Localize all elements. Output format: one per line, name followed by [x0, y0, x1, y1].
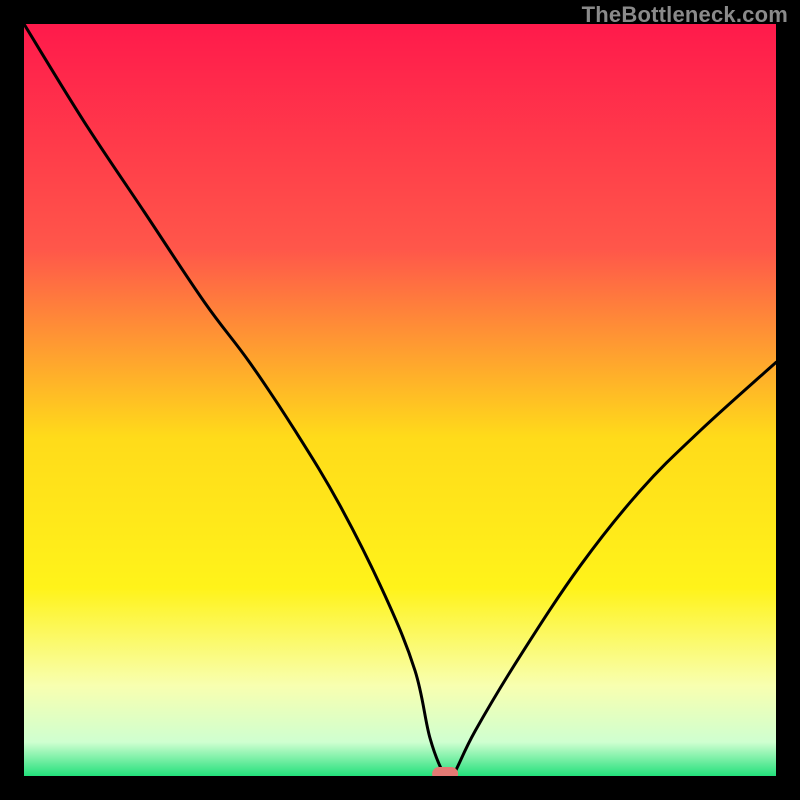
gradient-background	[24, 24, 776, 776]
watermark-text: TheBottleneck.com	[582, 2, 788, 28]
chart-frame: TheBottleneck.com	[0, 0, 800, 800]
bottleneck-chart	[0, 0, 800, 800]
optimal-point-marker	[432, 767, 458, 781]
